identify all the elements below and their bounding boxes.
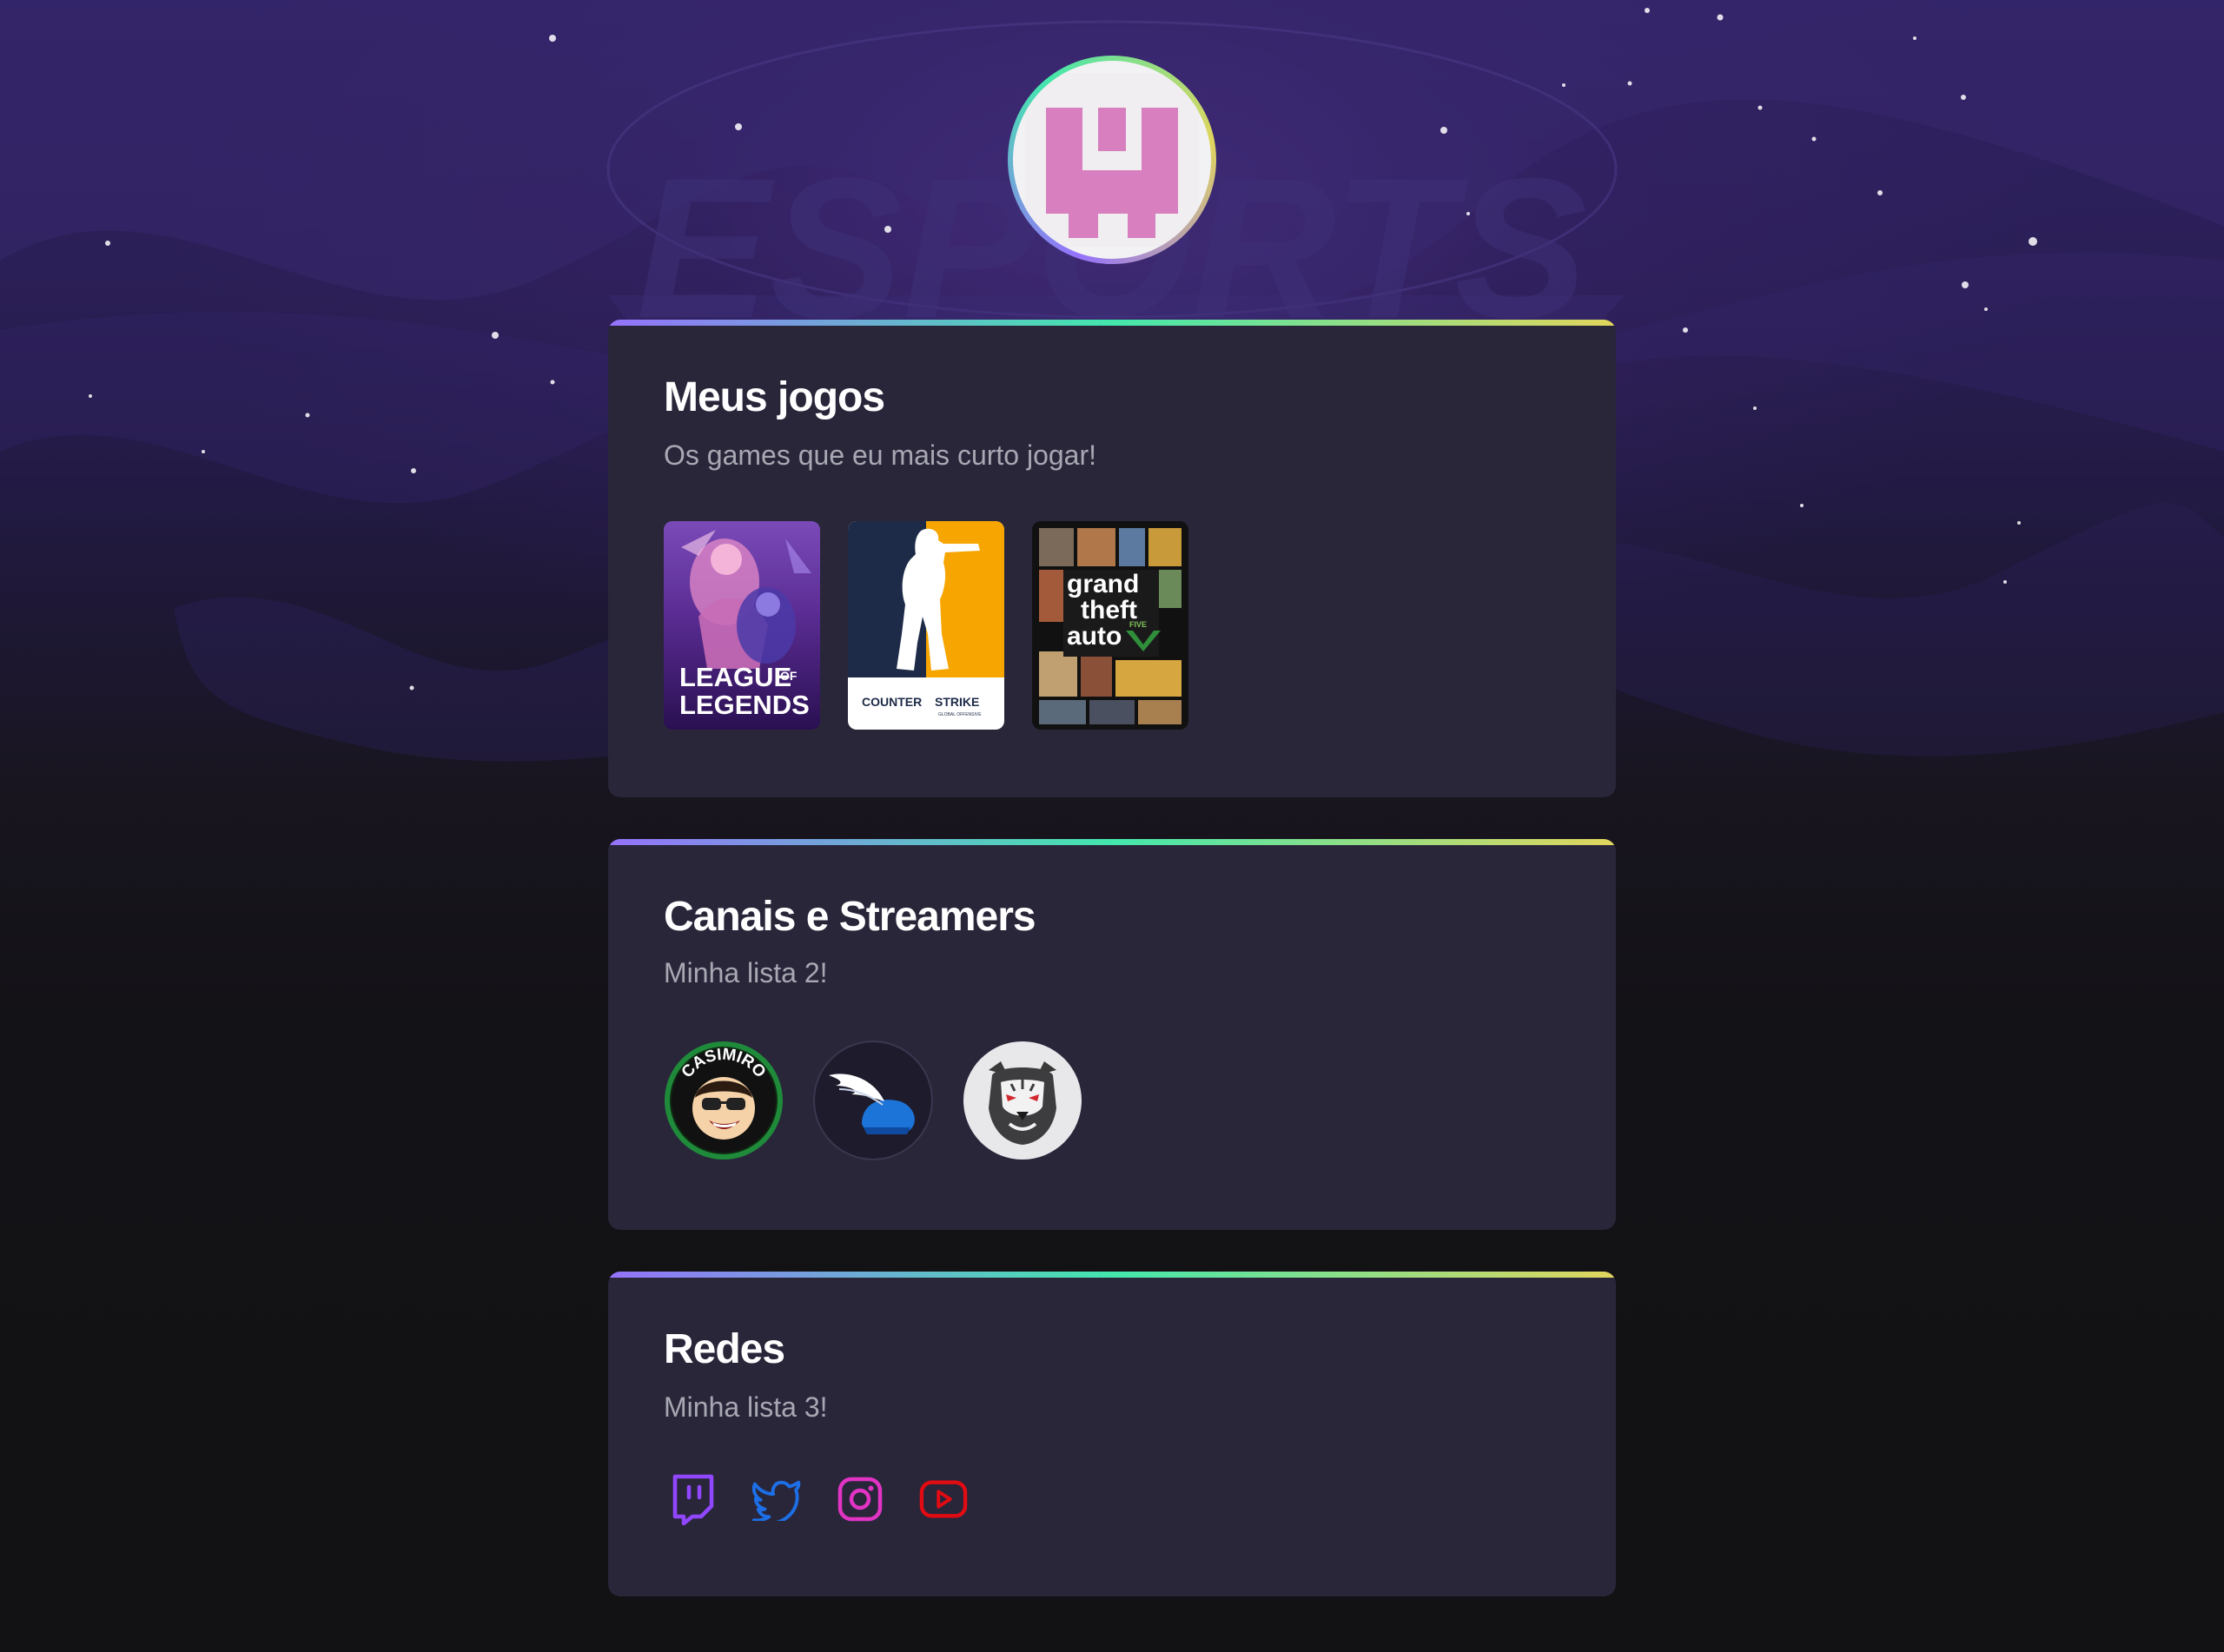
instagram-icon <box>837 1477 883 1522</box>
streamers-list: CASIMIRO <box>664 1041 1082 1160</box>
casimiro-avatar: CASIMIRO <box>665 1041 783 1160</box>
pink-w-logo-icon <box>1025 73 1199 247</box>
gta-v-cover: grand theft auto FIVE <box>1032 521 1188 730</box>
game-gta-v[interactable]: grand theft auto FIVE <box>1032 521 1188 730</box>
games-card-title: Meus jogos <box>664 374 885 420</box>
twitch-link[interactable] <box>669 1473 718 1525</box>
streamers-card-title: Canais e Streamers <box>664 894 1036 940</box>
cs-label-small: GLOBAL OFFENSIVE <box>938 712 982 717</box>
lol-label-2: LEGENDS <box>679 690 810 720</box>
twitter-icon <box>752 1480 801 1521</box>
lol-label-of: OF <box>780 669 798 683</box>
gta-label-1: grand <box>1067 570 1139 598</box>
streamer-tiger[interactable] <box>963 1041 1082 1160</box>
twitch-icon <box>672 1474 714 1525</box>
gta-label-3: auto <box>1067 622 1122 651</box>
tiger-avatar <box>963 1041 1082 1160</box>
streamer-casimiro[interactable]: CASIMIRO <box>664 1041 784 1160</box>
game-counter-strike[interactable]: COUNTER STRIKE GLOBAL OFFENSIVE <box>848 521 1004 730</box>
avatar-image <box>1013 61 1211 259</box>
twitter-link[interactable] <box>752 1473 801 1525</box>
cs-label-1: COUNTER <box>862 695 922 709</box>
winged-helmet-avatar <box>813 1041 933 1160</box>
streamer-winged-helmet[interactable] <box>813 1041 933 1160</box>
streamers-card: Canais e Streamers Minha lista 2! CASIMI… <box>608 839 1616 1230</box>
games-card: Meus jogos Os games que eu mais curto jo… <box>608 320 1616 797</box>
profile-avatar[interactable] <box>1008 56 1216 264</box>
youtube-link[interactable] <box>919 1473 968 1525</box>
gta-label-five: FIVE <box>1129 620 1147 629</box>
games-list: LEAGUE OF LEGENDS COUNTER STRIKE GLOBAL … <box>664 521 1188 730</box>
league-of-legends-cover: LEAGUE OF LEGENDS <box>664 521 820 730</box>
game-league-of-legends[interactable]: LEAGUE OF LEGENDS <box>664 521 820 730</box>
lol-label-1: LEAGUE <box>679 662 791 692</box>
streamers-card-subtitle: Minha lista 2! <box>664 957 828 988</box>
redes-card: Redes Minha lista 3! <box>608 1272 1616 1596</box>
games-card-subtitle: Os games que eu mais curto jogar! <box>664 439 1097 471</box>
redes-list <box>669 1473 968 1525</box>
redes-card-title: Redes <box>664 1326 785 1372</box>
counter-strike-cover: COUNTER STRIKE GLOBAL OFFENSIVE <box>848 521 1004 730</box>
instagram-link[interactable] <box>836 1473 884 1525</box>
redes-card-subtitle: Minha lista 3! <box>664 1391 828 1423</box>
youtube-icon <box>919 1480 968 1518</box>
cs-label-2: STRIKE <box>935 695 979 709</box>
